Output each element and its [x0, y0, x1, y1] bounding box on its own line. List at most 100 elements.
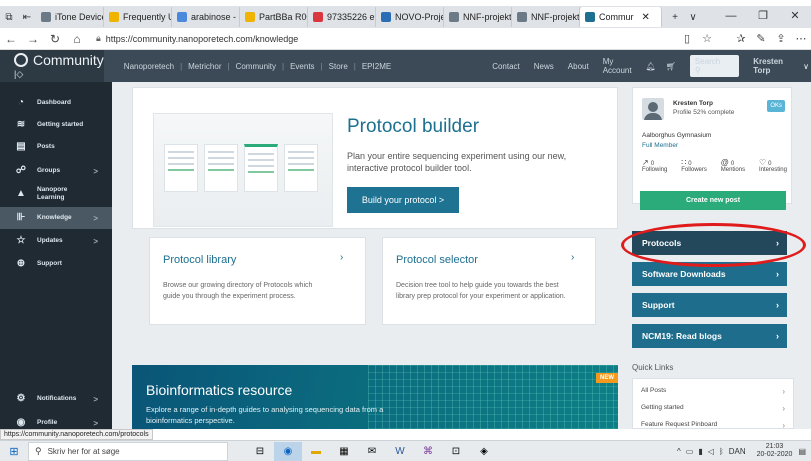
mail-icon[interactable]: ✉ [358, 442, 386, 461]
forward-icon[interactable]: → [22, 32, 44, 46]
profile-stat[interactable]: @0 Mentions [721, 158, 745, 173]
protocol-builder-card: Protocol builder Plan your entire sequen… [132, 87, 618, 229]
support-button[interactable]: Support › [632, 293, 787, 317]
following-icon: ↗ [642, 158, 649, 167]
maps-icon[interactable]: ⊡ [442, 442, 470, 461]
protocol-selector-card[interactable]: Protocol selector › Decision tree tool t… [382, 237, 596, 325]
restore-icon[interactable]: ❐ [747, 6, 779, 28]
collapse-menu-icon[interactable]: |◇ [14, 69, 104, 80]
protocol-library-card[interactable]: Protocol library › Browse our growing di… [149, 237, 366, 325]
favorites-hub-icon[interactable]: ✰ [731, 32, 751, 45]
sidebar-item-knowledge[interactable]: ⊪ Knowledge > [0, 207, 112, 229]
windows-start-icon[interactable]: ⊞ [0, 445, 28, 458]
top-nav-link[interactable]: EPI2ME [362, 62, 391, 71]
notes-pen-icon[interactable]: ✎ [751, 32, 771, 45]
language-indicator[interactable]: DAN [729, 447, 746, 456]
top-nav-link[interactable]: Events [290, 62, 314, 71]
sidebar-item-nanopore[interactable]: ▲ Nanopore Learning [0, 183, 112, 205]
browser-tab[interactable]: Commur ✕ [580, 7, 662, 27]
profile-stat[interactable]: ↗ 0 Following [642, 158, 667, 173]
nav-about[interactable]: About [568, 62, 589, 71]
edge-browser-icon[interactable]: ◉ [274, 441, 302, 461]
nav-news[interactable]: News [534, 62, 554, 71]
sidebar-item-groups[interactable]: ☍ Groups > [0, 160, 112, 182]
volume-icon[interactable]: ◁ [708, 447, 714, 456]
ncm19-blogs-button[interactable]: NCM19: Read blogs › [632, 324, 787, 348]
url-field[interactable]: 🔒︎ https://community.nanoporetech.com/kn… [96, 33, 677, 44]
home-icon[interactable]: ⌂ [66, 32, 88, 46]
user-menu[interactable]: Kresten Torp [753, 57, 783, 75]
sidebar-item-notifications[interactable]: ⚙ Notifications > [0, 388, 112, 410]
store-icon[interactable]: ▦ [330, 442, 358, 461]
minimize-icon[interactable]: — [715, 6, 747, 28]
browser-tab[interactable]: PartBBa R00 [240, 7, 308, 27]
tab-list-chevron-icon[interactable]: ∨ [684, 12, 702, 23]
more-icon[interactable]: ⋯ [791, 32, 811, 45]
browser-tab[interactable]: arabinose - G [172, 7, 240, 27]
action-center-icon[interactable]: ▤ [798, 447, 806, 456]
avatar[interactable] [642, 98, 664, 120]
sidebar-item-posts[interactable]: ▤ Posts [0, 136, 112, 158]
quick-link[interactable]: Getting started › [641, 404, 789, 413]
reading-view-icon[interactable]: ▯ [677, 32, 697, 45]
support-chevron-icon: › [776, 300, 779, 310]
task-view-icon[interactable]: ⊟ [246, 442, 274, 461]
battery-icon[interactable]: ▮ [698, 447, 702, 456]
top-nav-link[interactable]: Store [329, 62, 348, 71]
paint-icon[interactable]: ◈ [470, 442, 498, 461]
nav-separator: | [227, 61, 230, 71]
sidebar-item-dashboard[interactable]: ◔ Dashboard [0, 92, 112, 114]
browser-tab[interactable]: NNF-projekt [512, 7, 580, 27]
quick-link[interactable]: Feature Request Pinboard › [641, 421, 789, 430]
top-nav-link[interactable]: Metrichor [188, 62, 221, 71]
sidebar-item-support[interactable]: ⊕ Support [0, 253, 112, 275]
tabs-aside-icon[interactable]: ⇤ [18, 12, 36, 23]
search-button[interactable]: Search ⚲ [689, 55, 740, 77]
favorite-star-icon[interactable]: ☆ [697, 32, 717, 45]
browser-tab[interactable]: Frequently U [104, 7, 172, 27]
groups-icon: ☍ [15, 165, 27, 176]
bell-icon[interactable]: 🔔︎ [646, 62, 656, 71]
profile-stat[interactable]: ♡ 0 Interesting [759, 158, 787, 173]
build-protocol-button[interactable]: Build your protocol > [347, 187, 459, 213]
create-new-post-button[interactable]: Create new post [640, 191, 786, 210]
quick-link[interactable]: All Posts › [641, 387, 789, 396]
sidebar-item-label-line: Profile [37, 419, 58, 426]
sidebar-item-getting-started[interactable]: ≋ Getting started [0, 114, 112, 136]
close-tab-icon[interactable]: ✕ [642, 12, 650, 23]
oks-badge[interactable]: OKs [767, 100, 785, 112]
onenote-icon[interactable]: ⌘ [414, 442, 442, 461]
new-tab-icon[interactable]: + [666, 12, 684, 23]
bioinformatics-banner[interactable]: Bioinformatics resource Explore a range … [132, 365, 618, 429]
refresh-icon[interactable]: ↻ [44, 32, 66, 46]
top-nav-link[interactable]: Community [236, 62, 276, 71]
taskbar-search[interactable]: ⚲ Skriv her for at søge [28, 441, 228, 461]
browser-tab[interactable]: NOVO-Projel [376, 7, 444, 27]
tray-chevron-icon[interactable]: ^ [677, 447, 681, 456]
tab-actions-icon[interactable]: ⧉ [0, 12, 18, 23]
network-icon[interactable]: ▭ [686, 447, 694, 456]
back-icon[interactable]: ← [0, 32, 22, 46]
word-icon[interactable]: W [386, 442, 414, 461]
profile-stat[interactable]: ∷ 0 Followers [681, 158, 707, 173]
nav-my-account[interactable]: My Account [603, 57, 632, 75]
nav-contact[interactable]: Contact [492, 62, 520, 71]
brand[interactable]: Community |◇ [0, 50, 104, 82]
user-menu-chevron-icon[interactable]: ∨ [803, 62, 809, 71]
browser-tab[interactable]: iTone Device [36, 7, 104, 27]
share-icon[interactable]: ⇪ [771, 32, 791, 45]
software-downloads-label: Software Downloads [642, 269, 726, 279]
file-explorer-icon[interactable]: ▬ [302, 442, 330, 461]
top-nav-link[interactable]: Nanoporetech [124, 62, 174, 71]
profile-name[interactable]: Kresten Torp [673, 100, 713, 107]
close-window-icon[interactable]: ✕ [779, 6, 811, 28]
bluetooth-icon[interactable]: ᛒ [719, 447, 724, 456]
sidebar-item-updates[interactable]: ☆ Updates > [0, 230, 112, 252]
browser-tab[interactable]: NNF-projekt [444, 7, 512, 27]
sidebar-item-label-line: Updates [37, 237, 63, 244]
browser-tab[interactable]: 97335226 er [308, 7, 376, 27]
membership-level[interactable]: Full Member [642, 142, 678, 149]
tab-favicon-icon [449, 12, 459, 22]
clock[interactable]: 21:03 20-02-2020 [757, 443, 793, 459]
cart-icon[interactable]: 🛒︎ [666, 62, 676, 71]
